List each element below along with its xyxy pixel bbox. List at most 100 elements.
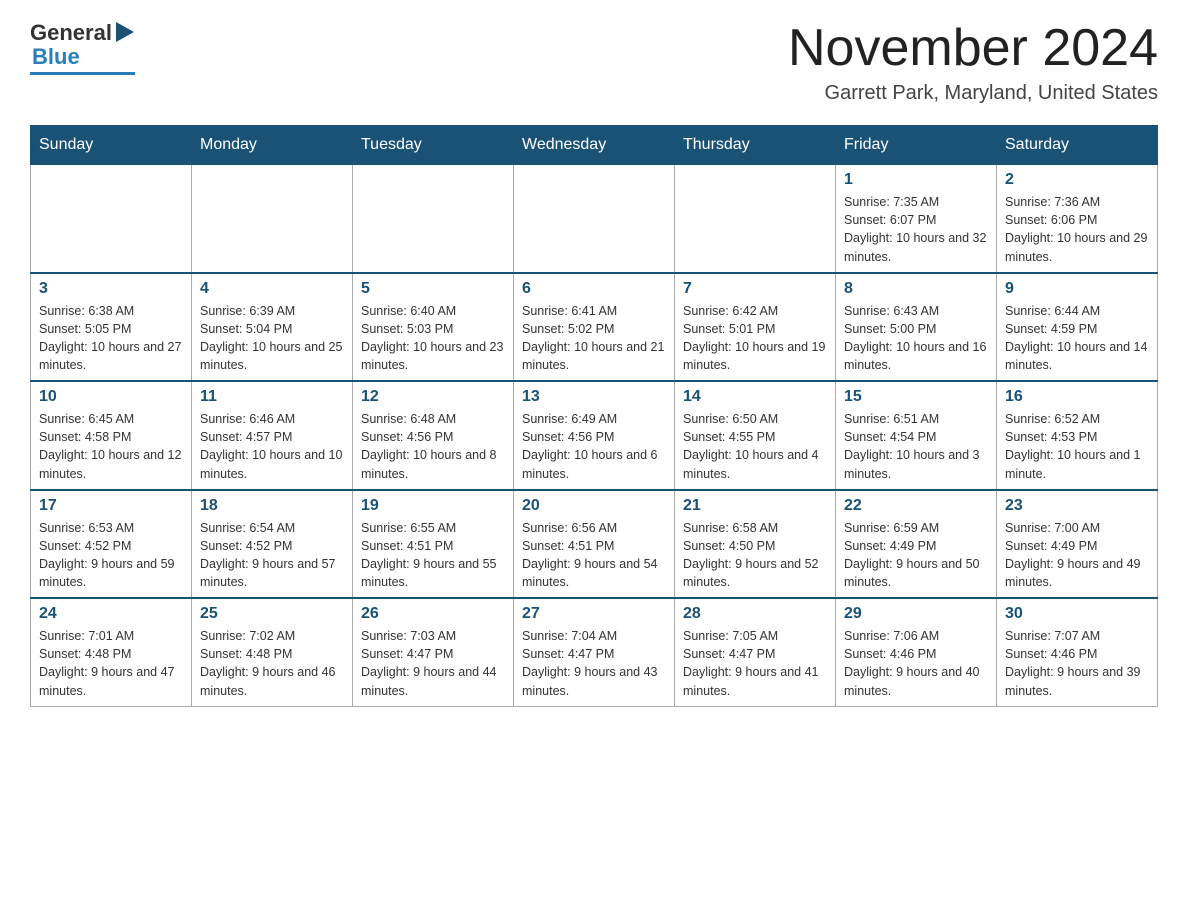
calendar-cell: 3Sunrise: 6:38 AM Sunset: 5:05 PM Daylig… xyxy=(31,273,192,382)
calendar-cell: 28 Sunrise: 7:05 AM Sunset: 4:47 PM Dayli… xyxy=(675,598,836,706)
day-number: 30 xyxy=(1005,605,1149,623)
day-number: 5 xyxy=(361,280,505,298)
calendar-table: SundayMondayTuesdayWednesdayThursdayFrid… xyxy=(30,125,1158,707)
calendar-cell: 10 Sunrise: 6:45 AM Sunset: 4:58 PM Dayli… xyxy=(31,381,192,490)
calendar-cell xyxy=(675,165,836,273)
day-info: Sunrise: 7:05 AM Sunset: 4:47 PM Dayligh… xyxy=(683,627,827,700)
calendar-cell xyxy=(353,165,514,273)
day-info: Sunrise: 7:00 AM Sunset: 4:49 PM Dayligh… xyxy=(1005,519,1149,592)
day-info: Sunrise: 6:54 AM Sunset: 4:52 PM Dayligh… xyxy=(200,519,344,592)
calendar-cell: 20 Sunrise: 6:56 AM Sunset: 4:51 PM Dayli… xyxy=(514,490,675,599)
calendar-header-wednesday: Wednesday xyxy=(514,126,675,165)
day-info: Sunrise: 6:41 AM Sunset: 5:02 PM Dayligh… xyxy=(522,302,666,375)
logo-general-text: General xyxy=(30,20,112,46)
day-number: 26 xyxy=(361,605,505,623)
day-number: 24 xyxy=(39,605,183,623)
day-number: 28 xyxy=(683,605,827,623)
calendar-cell: 25 Sunrise: 7:02 AM Sunset: 4:48 PM Dayli… xyxy=(192,598,353,706)
calendar-header-sunday: Sunday xyxy=(31,126,192,165)
calendar-cell: 9 Sunrise: 6:44 AM Sunset: 4:59 PM Daylig… xyxy=(997,273,1158,382)
month-title: November 2024 xyxy=(788,20,1158,77)
calendar-cell: 8Sunrise: 6:43 AM Sunset: 5:00 PM Daylig… xyxy=(836,273,997,382)
day-info: Sunrise: 7:07 AM Sunset: 4:46 PM Dayligh… xyxy=(1005,627,1149,700)
calendar-cell xyxy=(514,165,675,273)
calendar-cell: 26 Sunrise: 7:03 AM Sunset: 4:47 PM Dayli… xyxy=(353,598,514,706)
calendar-week-row-2: 3Sunrise: 6:38 AM Sunset: 5:05 PM Daylig… xyxy=(31,273,1158,382)
day-info: Sunrise: 6:49 AM Sunset: 4:56 PM Dayligh… xyxy=(522,410,666,483)
day-info: Sunrise: 6:52 AM Sunset: 4:53 PM Dayligh… xyxy=(1005,410,1149,483)
page-header: General Blue November 2024 Garrett Park,… xyxy=(30,20,1158,105)
day-number: 1 xyxy=(844,171,988,189)
calendar-cell: 13 Sunrise: 6:49 AM Sunset: 4:56 PM Dayli… xyxy=(514,381,675,490)
calendar-header-monday: Monday xyxy=(192,126,353,165)
day-info: Sunrise: 6:55 AM Sunset: 4:51 PM Dayligh… xyxy=(361,519,505,592)
calendar-week-row-3: 10 Sunrise: 6:45 AM Sunset: 4:58 PM Dayli… xyxy=(31,381,1158,490)
day-info: Sunrise: 6:48 AM Sunset: 4:56 PM Dayligh… xyxy=(361,410,505,483)
day-info: Sunrise: 6:38 AM Sunset: 5:05 PM Dayligh… xyxy=(39,302,183,375)
calendar-cell: 24 Sunrise: 7:01 AM Sunset: 4:48 PM Dayli… xyxy=(31,598,192,706)
calendar-header-friday: Friday xyxy=(836,126,997,165)
day-info: Sunrise: 6:56 AM Sunset: 4:51 PM Dayligh… xyxy=(522,519,666,592)
day-info: Sunrise: 7:01 AM Sunset: 4:48 PM Dayligh… xyxy=(39,627,183,700)
day-number: 23 xyxy=(1005,497,1149,515)
day-info: Sunrise: 6:44 AM Sunset: 4:59 PM Dayligh… xyxy=(1005,302,1149,375)
day-info: Sunrise: 6:45 AM Sunset: 4:58 PM Dayligh… xyxy=(39,410,183,483)
day-info: Sunrise: 7:36 AM Sunset: 6:06 PM Dayligh… xyxy=(1005,193,1149,266)
day-number: 4 xyxy=(200,280,344,298)
calendar-cell: 16Sunrise: 6:52 AM Sunset: 4:53 PM Dayli… xyxy=(997,381,1158,490)
day-number: 29 xyxy=(844,605,988,623)
title-section: November 2024 Garrett Park, Maryland, Un… xyxy=(788,20,1158,105)
day-number: 20 xyxy=(522,497,666,515)
location-subtitle: Garrett Park, Maryland, United States xyxy=(788,82,1158,105)
day-number: 8 xyxy=(844,280,988,298)
day-number: 11 xyxy=(200,388,344,406)
day-info: Sunrise: 7:03 AM Sunset: 4:47 PM Dayligh… xyxy=(361,627,505,700)
logo-blue-text: Blue xyxy=(32,44,80,70)
logo-underline xyxy=(30,72,135,75)
day-info: Sunrise: 6:42 AM Sunset: 5:01 PM Dayligh… xyxy=(683,302,827,375)
day-number: 13 xyxy=(522,388,666,406)
calendar-week-row-1: 1 Sunrise: 7:35 AM Sunset: 6:07 PM Daylig… xyxy=(31,165,1158,273)
calendar-cell: 5 Sunrise: 6:40 AM Sunset: 5:03 PM Daylig… xyxy=(353,273,514,382)
day-number: 9 xyxy=(1005,280,1149,298)
day-info: Sunrise: 6:58 AM Sunset: 4:50 PM Dayligh… xyxy=(683,519,827,592)
day-info: Sunrise: 6:51 AM Sunset: 4:54 PM Dayligh… xyxy=(844,410,988,483)
calendar-cell: 2 Sunrise: 7:36 AM Sunset: 6:06 PM Daylig… xyxy=(997,165,1158,273)
calendar-cell: 6 Sunrise: 6:41 AM Sunset: 5:02 PM Daylig… xyxy=(514,273,675,382)
calendar-cell: 27Sunrise: 7:04 AM Sunset: 4:47 PM Dayli… xyxy=(514,598,675,706)
calendar-cell: 15 Sunrise: 6:51 AM Sunset: 4:54 PM Dayli… xyxy=(836,381,997,490)
calendar-cell: 22Sunrise: 6:59 AM Sunset: 4:49 PM Dayli… xyxy=(836,490,997,599)
day-info: Sunrise: 6:53 AM Sunset: 4:52 PM Dayligh… xyxy=(39,519,183,592)
day-info: Sunrise: 6:50 AM Sunset: 4:55 PM Dayligh… xyxy=(683,410,827,483)
day-number: 7 xyxy=(683,280,827,298)
calendar-header-tuesday: Tuesday xyxy=(353,126,514,165)
day-number: 15 xyxy=(844,388,988,406)
logo-triangle-icon xyxy=(116,22,134,42)
day-info: Sunrise: 7:35 AM Sunset: 6:07 PM Dayligh… xyxy=(844,193,988,266)
calendar-header-thursday: Thursday xyxy=(675,126,836,165)
day-info: Sunrise: 7:06 AM Sunset: 4:46 PM Dayligh… xyxy=(844,627,988,700)
day-info: Sunrise: 6:40 AM Sunset: 5:03 PM Dayligh… xyxy=(361,302,505,375)
day-number: 19 xyxy=(361,497,505,515)
day-number: 10 xyxy=(39,388,183,406)
calendar-cell: 29 Sunrise: 7:06 AM Sunset: 4:46 PM Dayli… xyxy=(836,598,997,706)
day-number: 18 xyxy=(200,497,344,515)
day-number: 25 xyxy=(200,605,344,623)
calendar-cell: 19 Sunrise: 6:55 AM Sunset: 4:51 PM Dayli… xyxy=(353,490,514,599)
day-number: 6 xyxy=(522,280,666,298)
calendar-cell xyxy=(192,165,353,273)
day-number: 17 xyxy=(39,497,183,515)
day-number: 2 xyxy=(1005,171,1149,189)
day-info: Sunrise: 6:46 AM Sunset: 4:57 PM Dayligh… xyxy=(200,410,344,483)
calendar-week-row-5: 24 Sunrise: 7:01 AM Sunset: 4:48 PM Dayli… xyxy=(31,598,1158,706)
calendar-week-row-4: 17 Sunrise: 6:53 AM Sunset: 4:52 PM Dayli… xyxy=(31,490,1158,599)
day-info: Sunrise: 7:02 AM Sunset: 4:48 PM Dayligh… xyxy=(200,627,344,700)
calendar-cell: 1 Sunrise: 7:35 AM Sunset: 6:07 PM Daylig… xyxy=(836,165,997,273)
logo: General Blue xyxy=(30,20,135,75)
day-info: Sunrise: 6:59 AM Sunset: 4:49 PM Dayligh… xyxy=(844,519,988,592)
calendar-cell: 4Sunrise: 6:39 AM Sunset: 5:04 PM Daylig… xyxy=(192,273,353,382)
calendar-cell: 11 Sunrise: 6:46 AM Sunset: 4:57 PM Dayli… xyxy=(192,381,353,490)
day-number: 14 xyxy=(683,388,827,406)
calendar-header-saturday: Saturday xyxy=(997,126,1158,165)
calendar-cell: 18 Sunrise: 6:54 AM Sunset: 4:52 PM Dayli… xyxy=(192,490,353,599)
